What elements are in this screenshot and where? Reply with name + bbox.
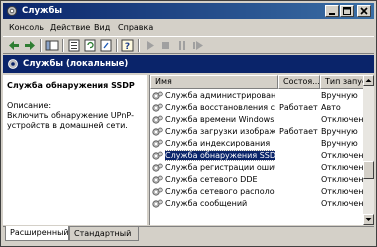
service-gear-icon [152, 103, 163, 112]
service-name: Служба индексирования [165, 139, 271, 148]
toolbar-separator [40, 39, 42, 52]
service-startup-type: Отключено [321, 175, 363, 184]
service-startup-type: Отключено [321, 199, 363, 208]
service-name: Служба восстановления сис... [165, 103, 275, 112]
service-startup-type: Отключено [321, 115, 363, 124]
service-row[interactable]: Служба загрузки изображен... РаботаетВруч… [150, 126, 363, 138]
menu-console[interactable]: Консоль [9, 21, 44, 34]
menu-bar: Консоль Действие Вид Справка [3, 20, 374, 35]
tab-extended[interactable]: Расширенный [5, 226, 69, 241]
service-row[interactable]: Служба времени Windows Отключено [150, 114, 363, 126]
service-startup-type: Авто [321, 103, 341, 112]
service-gear-icon [152, 163, 163, 172]
service-name: Служба времени Windows [165, 115, 275, 124]
scroll-thumb[interactable] [363, 161, 374, 179]
back-arrow-icon[interactable] [7, 39, 21, 52]
minimize-button[interactable] [325, 5, 339, 17]
vertical-scrollbar[interactable] [363, 75, 374, 225]
details-pane: Служба обнаружения SSDP Описание: Включи… [3, 75, 147, 225]
service-gear-icon [152, 151, 163, 160]
toolbar-separator [116, 39, 118, 52]
close-button[interactable] [357, 5, 371, 17]
service-startup-type: Вручную [321, 127, 358, 136]
scroll-up-button[interactable] [363, 75, 374, 86]
service-row[interactable]: Служба сообщений Отключено [150, 198, 363, 210]
maximize-button[interactable] [340, 5, 354, 17]
service-name: Служба загрузки изображен... [165, 127, 275, 136]
stop-service-icon[interactable] [159, 39, 173, 52]
service-gear-icon [152, 175, 163, 184]
service-row[interactable]: Служба сетевого располож... Отключено [150, 186, 363, 198]
menu-view[interactable]: Вид [94, 21, 110, 34]
properties-icon[interactable] [67, 39, 81, 52]
service-gear-icon [152, 199, 163, 208]
service-gear-icon [152, 91, 163, 100]
toolbar-separator [62, 39, 64, 52]
selected-service-name: Служба обнаружения SSDP [7, 81, 135, 90]
menu-help[interactable]: Справка [118, 21, 153, 34]
services-list[interactable]: Имя Состоя... Тип запуска Служба админис… [149, 75, 363, 225]
service-status: Работает [279, 127, 318, 136]
toolbar-separator [138, 39, 140, 52]
scope-title: Службы (локальные) [23, 59, 129, 69]
service-startup-type: Отключено [321, 151, 363, 160]
start-service-icon[interactable] [143, 39, 157, 52]
view-tabs: Расширенный Стандартный [3, 226, 374, 245]
toolbar: ? [3, 36, 374, 54]
service-description: Включить обнаружение UPnP-устройств в до… [7, 111, 134, 130]
close-icon [360, 7, 368, 15]
description-label: Описание: [7, 101, 52, 110]
service-name: Служба регистрации ошибок [165, 163, 275, 172]
svg-text:?: ? [125, 42, 130, 52]
service-row[interactable]: Служба сетевого DDE Отключено [150, 174, 363, 186]
console-tree-icon[interactable] [45, 39, 59, 52]
services-window: Службы Консоль Действие Вид Справка ? Сл… [0, 0, 377, 247]
service-row[interactable]: Служба обнаружения SSDP Отключено [150, 150, 363, 162]
service-startup-type: Вручную [321, 139, 358, 148]
service-name: Служба сетевого располож... [165, 187, 275, 196]
column-header-startup[interactable]: Тип запуска [320, 75, 363, 89]
service-gear-icon [152, 115, 163, 124]
scroll-up-arrow-icon [365, 79, 372, 82]
column-header-status[interactable]: Состоя... [278, 75, 320, 89]
service-row[interactable]: Служба регистрации ошибок Отключено [150, 162, 363, 174]
service-startup-type: Отключено [321, 187, 363, 196]
service-name: Служба сетевого DDE [165, 175, 258, 184]
service-startup-type: Отключено [321, 163, 363, 172]
window-title: Службы [22, 6, 63, 16]
pause-service-icon[interactable] [175, 39, 189, 52]
service-name: Служба обнаружения SSDP [165, 150, 275, 161]
service-name: Служба сообщений [165, 199, 248, 208]
export-list-icon[interactable] [99, 39, 113, 52]
service-gear-icon [152, 139, 163, 148]
minimize-icon [329, 13, 335, 15]
scroll-down-button[interactable] [363, 214, 374, 225]
service-gear-icon [152, 187, 163, 196]
help-icon[interactable]: ? [121, 39, 135, 52]
service-name: Служба администрирования... [165, 91, 275, 100]
restart-service-icon[interactable] [191, 39, 205, 52]
service-startup-type: Вручную [321, 91, 358, 100]
forward-arrow-icon[interactable] [23, 39, 37, 52]
service-status: Работает [279, 103, 318, 112]
refresh-icon[interactable] [83, 39, 97, 52]
service-row[interactable]: Служба администрирования... Вручную [150, 90, 363, 102]
title-bar[interactable]: Службы [3, 3, 374, 19]
services-app-icon [7, 6, 17, 16]
maximize-icon [343, 7, 351, 15]
services-gear-icon [8, 59, 18, 69]
menu-action[interactable]: Действие [50, 21, 90, 34]
column-header-name[interactable]: Имя [150, 75, 278, 89]
service-gear-icon [152, 127, 163, 136]
service-row[interactable]: Служба восстановления сис... РаботаетАвто [150, 102, 363, 114]
scope-header: Службы (локальные) [3, 55, 374, 73]
scroll-down-arrow-icon [365, 218, 372, 221]
tab-standard[interactable]: Стандартный [69, 227, 139, 241]
service-row[interactable]: Служба индексирования Вручную [150, 138, 363, 150]
